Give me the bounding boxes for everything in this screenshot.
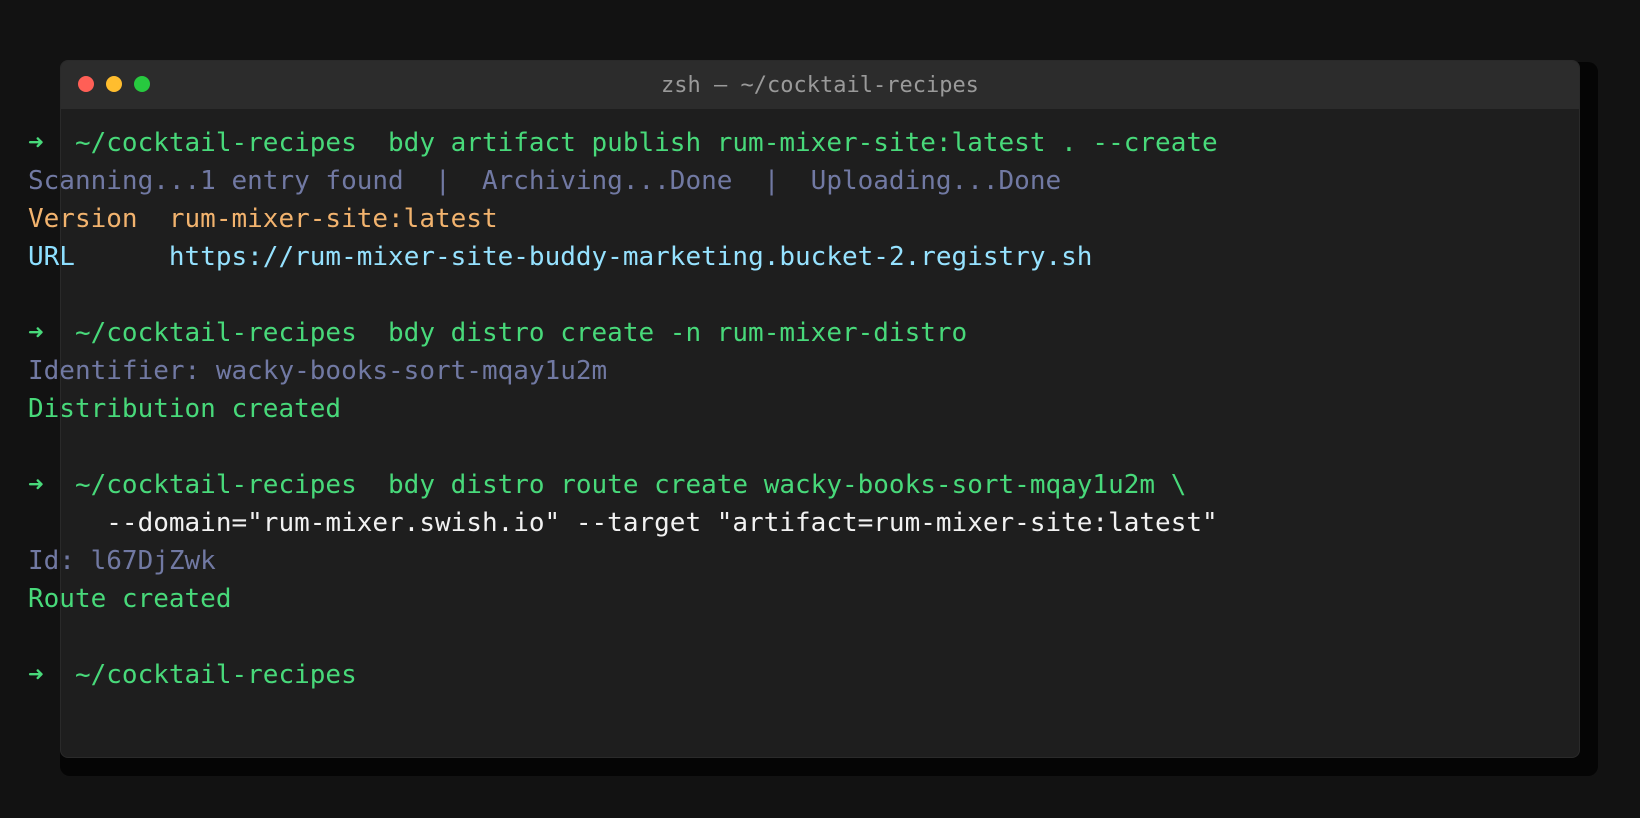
terminal-line-1: ➜ ~/cocktail-recipes bdy artifact publis… <box>28 124 1620 162</box>
artifact-url[interactable]: https://rum-mixer-site-buddy-marketing.b… <box>169 242 1093 272</box>
terminal-line-2: Scanning...1 entry found | Archiving...D… <box>28 162 1620 200</box>
current-prompt[interactable]: ➜ ~/cocktail-recipes <box>28 660 357 690</box>
terminal-line-7: Identifier: wacky-books-sort-mqay1u2m <box>28 352 1620 390</box>
terminal-line-3: Version rum-mixer-site:latest <box>28 200 1620 238</box>
version-line: Version rum-mixer-site:latest <box>28 204 498 234</box>
terminal-line-4: URL https://rum-mixer-site-buddy-marketi… <box>28 238 1620 276</box>
terminal-line-11: --domain="rum-mixer.swish.io" --target "… <box>28 504 1620 542</box>
prompt-command: ➜ ~/cocktail-recipes bdy distro route cr… <box>28 470 1187 500</box>
distribution-created: Distribution created <box>28 394 342 424</box>
prompt-command: ➜ ~/cocktail-recipes bdy artifact publis… <box>28 128 1218 158</box>
terminal-line-15: ➜ ~/cocktail-recipes <box>28 656 1620 694</box>
terminal-lines: ➜ ~/cocktail-recipes bdy artifact publis… <box>28 124 1620 694</box>
upload-status: Scanning...1 entry found | Archiving...D… <box>28 166 1062 196</box>
route-created: Route created <box>28 584 232 614</box>
terminal-output[interactable]: ➜ ~/cocktail-recipes bdy artifact publis… <box>28 124 1620 798</box>
url-label: URL <box>28 242 169 272</box>
terminal-line-12: Id: l67DjZwk <box>28 542 1620 580</box>
terminal-line-10: ➜ ~/cocktail-recipes bdy distro route cr… <box>28 466 1620 504</box>
maximize-button[interactable] <box>134 76 150 92</box>
identifier-line: Identifier: wacky-books-sort-mqay1u2m <box>28 356 608 386</box>
close-button[interactable] <box>78 76 94 92</box>
terminal-line-13: Route created <box>28 580 1620 618</box>
window-controls <box>78 76 150 92</box>
terminal-line-5 <box>28 276 1620 314</box>
minimize-button[interactable] <box>106 76 122 92</box>
terminal-line-6: ➜ ~/cocktail-recipes bdy distro create -… <box>28 314 1620 352</box>
terminal-line-8: Distribution created <box>28 390 1620 428</box>
command-continuation: --domain="rum-mixer.swish.io" --target "… <box>28 508 1218 538</box>
titlebar: zsh — ~/cocktail-recipes <box>61 61 1579 109</box>
terminal-line-14 <box>28 618 1620 656</box>
window-title: zsh — ~/cocktail-recipes <box>661 72 979 98</box>
terminal-line-9 <box>28 428 1620 466</box>
prompt-command: ➜ ~/cocktail-recipes bdy distro create -… <box>28 318 968 348</box>
route-id: Id: l67DjZwk <box>28 546 216 576</box>
